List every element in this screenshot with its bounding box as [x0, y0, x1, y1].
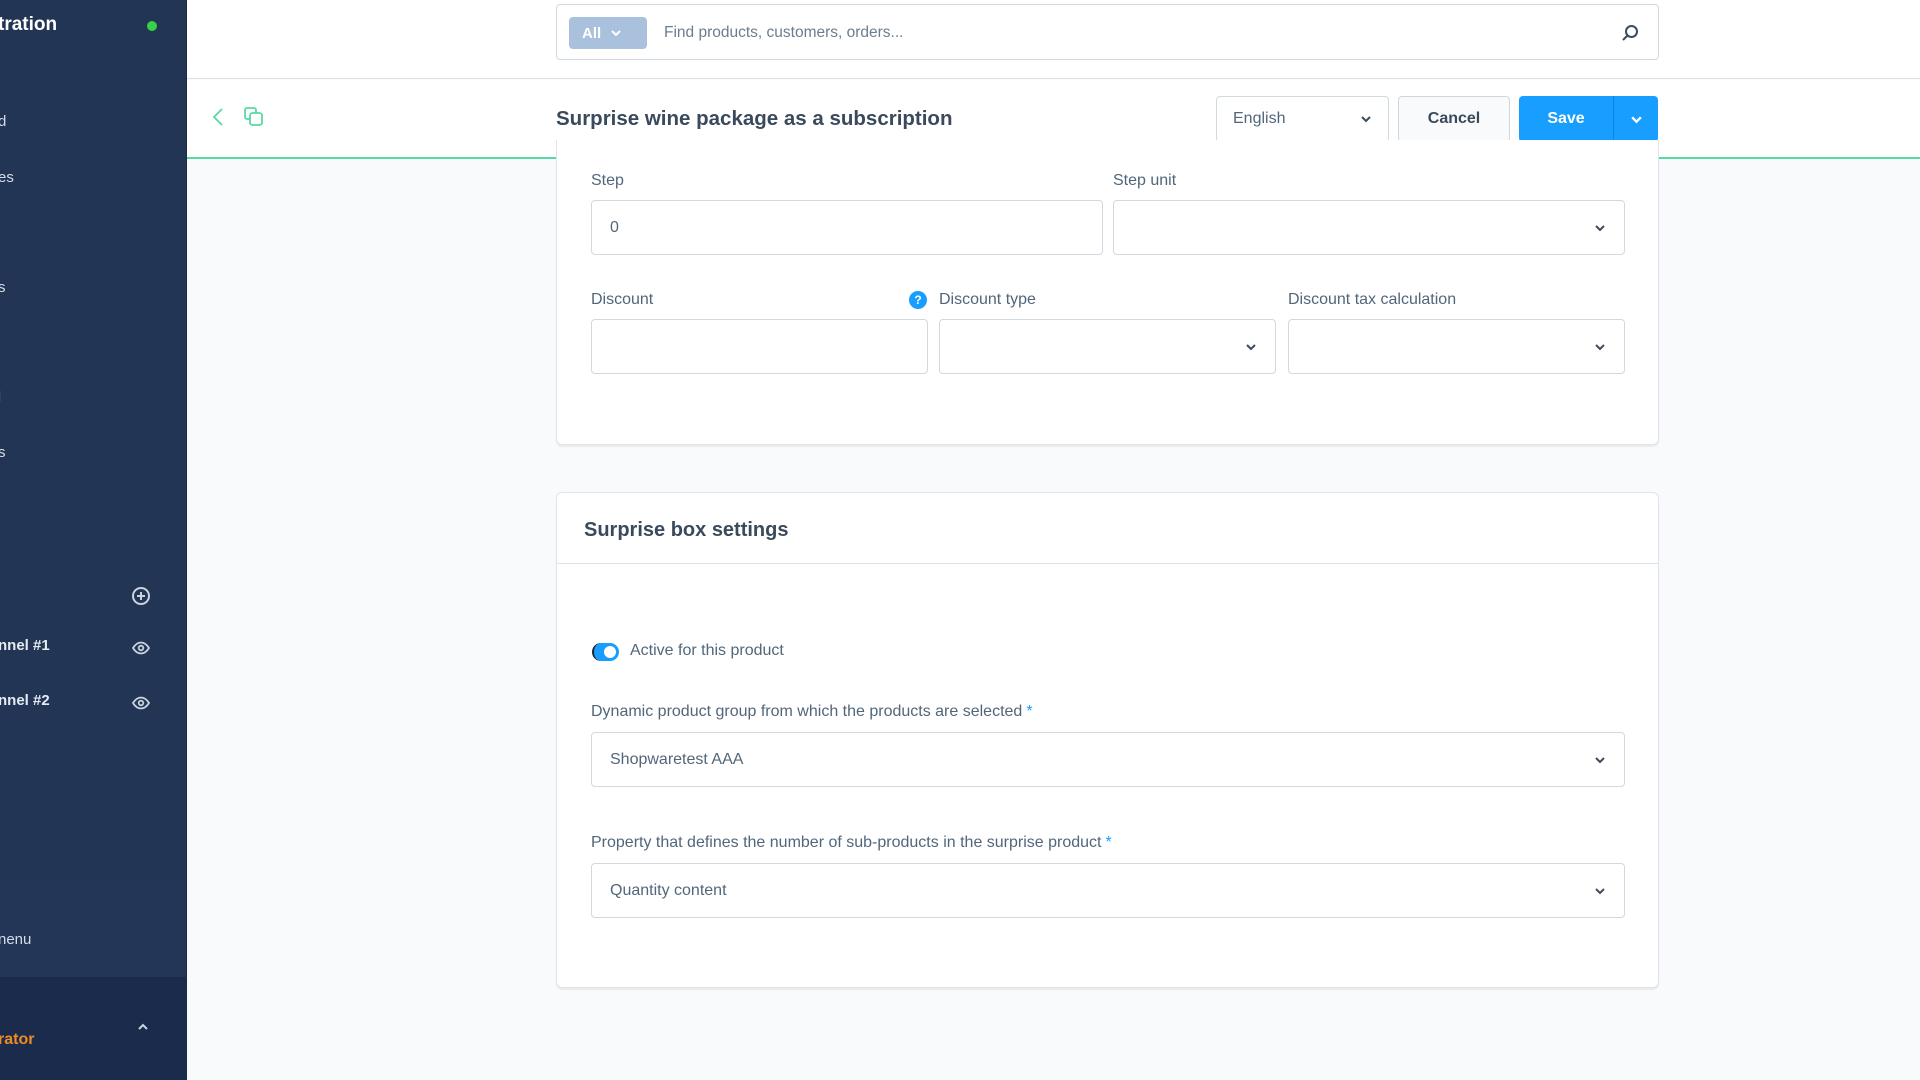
search-type-label: All: [582, 24, 602, 42]
save-button[interactable]: Save: [1519, 96, 1613, 142]
eye-icon[interactable]: [131, 693, 151, 713]
sidebar-item-settings[interactable]: s: [0, 444, 6, 461]
chevron-down-icon: [611, 30, 621, 37]
chevron-down-icon: [1595, 224, 1605, 231]
required-marker: *: [1105, 834, 1112, 851]
duplicate-icon[interactable]: [243, 106, 265, 128]
property-label-text: Property that defines the number of sub-…: [591, 834, 1102, 851]
search-icon[interactable]: [1620, 23, 1640, 43]
search-input[interactable]: [664, 15, 1564, 51]
sidebar-title: tration: [0, 14, 58, 35]
eye-icon[interactable]: [131, 638, 151, 658]
language-select[interactable]: English: [1216, 96, 1389, 142]
discount-tax-select[interactable]: [1288, 319, 1625, 374]
chevron-up-icon[interactable]: [136, 1020, 150, 1034]
chevron-down-icon: [1361, 116, 1371, 123]
pricing-card: Step Step unit Discount ? Discount type …: [556, 140, 1659, 445]
sidebar-item-content[interactable]: l: [0, 389, 1, 406]
product-group-select[interactable]: Shopwaretest AAA: [591, 732, 1625, 787]
sidebar-channel-1[interactable]: nnel #1: [0, 637, 50, 654]
discount-tax-label: Discount tax calculation: [1288, 291, 1457, 308]
sidebar-item-customers[interactable]: s: [0, 279, 6, 296]
sidebar-menu-toggle-area: [0, 880, 186, 977]
global-search: All: [556, 4, 1659, 60]
sidebar-item-catalogues[interactable]: es: [0, 169, 14, 186]
sidebar-item-dashboard[interactable]: d: [0, 113, 6, 130]
chevron-down-icon: [1630, 115, 1642, 123]
sidebar: tration d es s l s nnel #1 nnel #2 nenu …: [0, 0, 187, 1080]
plus-circle-icon[interactable]: [131, 586, 151, 606]
card-header: Surprise box settings: [557, 493, 1658, 564]
product-group-label: Dynamic product group from which the pro…: [591, 703, 1033, 721]
help-icon[interactable]: ?: [909, 291, 927, 309]
chevron-down-icon: [1595, 343, 1605, 350]
required-marker: *: [1026, 703, 1033, 720]
user-role: rator: [0, 1031, 35, 1048]
product-group-value: Shopwaretest AAA: [610, 750, 744, 768]
active-toggle-label: Active for this product: [630, 642, 784, 659]
step-unit-label: Step unit: [1113, 172, 1177, 189]
surprise-box-card: Surprise box settings Active for this pr…: [556, 492, 1659, 988]
back-icon[interactable]: [210, 106, 226, 128]
card-title: Surprise box settings: [584, 519, 789, 541]
sidebar-channel-2[interactable]: nnel #2: [0, 692, 50, 709]
discount-type-select[interactable]: [939, 319, 1276, 374]
property-select[interactable]: Quantity content: [591, 863, 1625, 918]
discount-input[interactable]: [591, 319, 928, 374]
product-group-label-text: Dynamic product group from which the pro…: [591, 703, 1023, 720]
step-unit-select[interactable]: [1113, 200, 1625, 255]
save-options-button[interactable]: [1613, 96, 1658, 142]
chevron-down-icon: [1595, 887, 1605, 894]
property-value: Quantity content: [610, 881, 727, 899]
cancel-button[interactable]: Cancel: [1398, 96, 1510, 142]
language-value: English: [1233, 110, 1286, 127]
chevron-down-icon: [1595, 756, 1605, 763]
user-panel[interactable]: [0, 977, 186, 1080]
active-toggle[interactable]: [592, 643, 619, 661]
step-input[interactable]: [591, 200, 1103, 255]
search-type-select[interactable]: All: [569, 17, 647, 49]
page-title: Surprise wine package as a subscription: [556, 107, 953, 130]
discount-type-label: Discount type: [939, 291, 1036, 308]
property-label: Property that defines the number of sub-…: [591, 834, 1112, 852]
status-indicator: [147, 21, 157, 31]
discount-label: Discount: [591, 291, 654, 308]
sidebar-menu-toggle[interactable]: nenu: [0, 931, 31, 948]
step-label: Step: [591, 172, 624, 189]
chevron-down-icon: [1246, 343, 1256, 350]
